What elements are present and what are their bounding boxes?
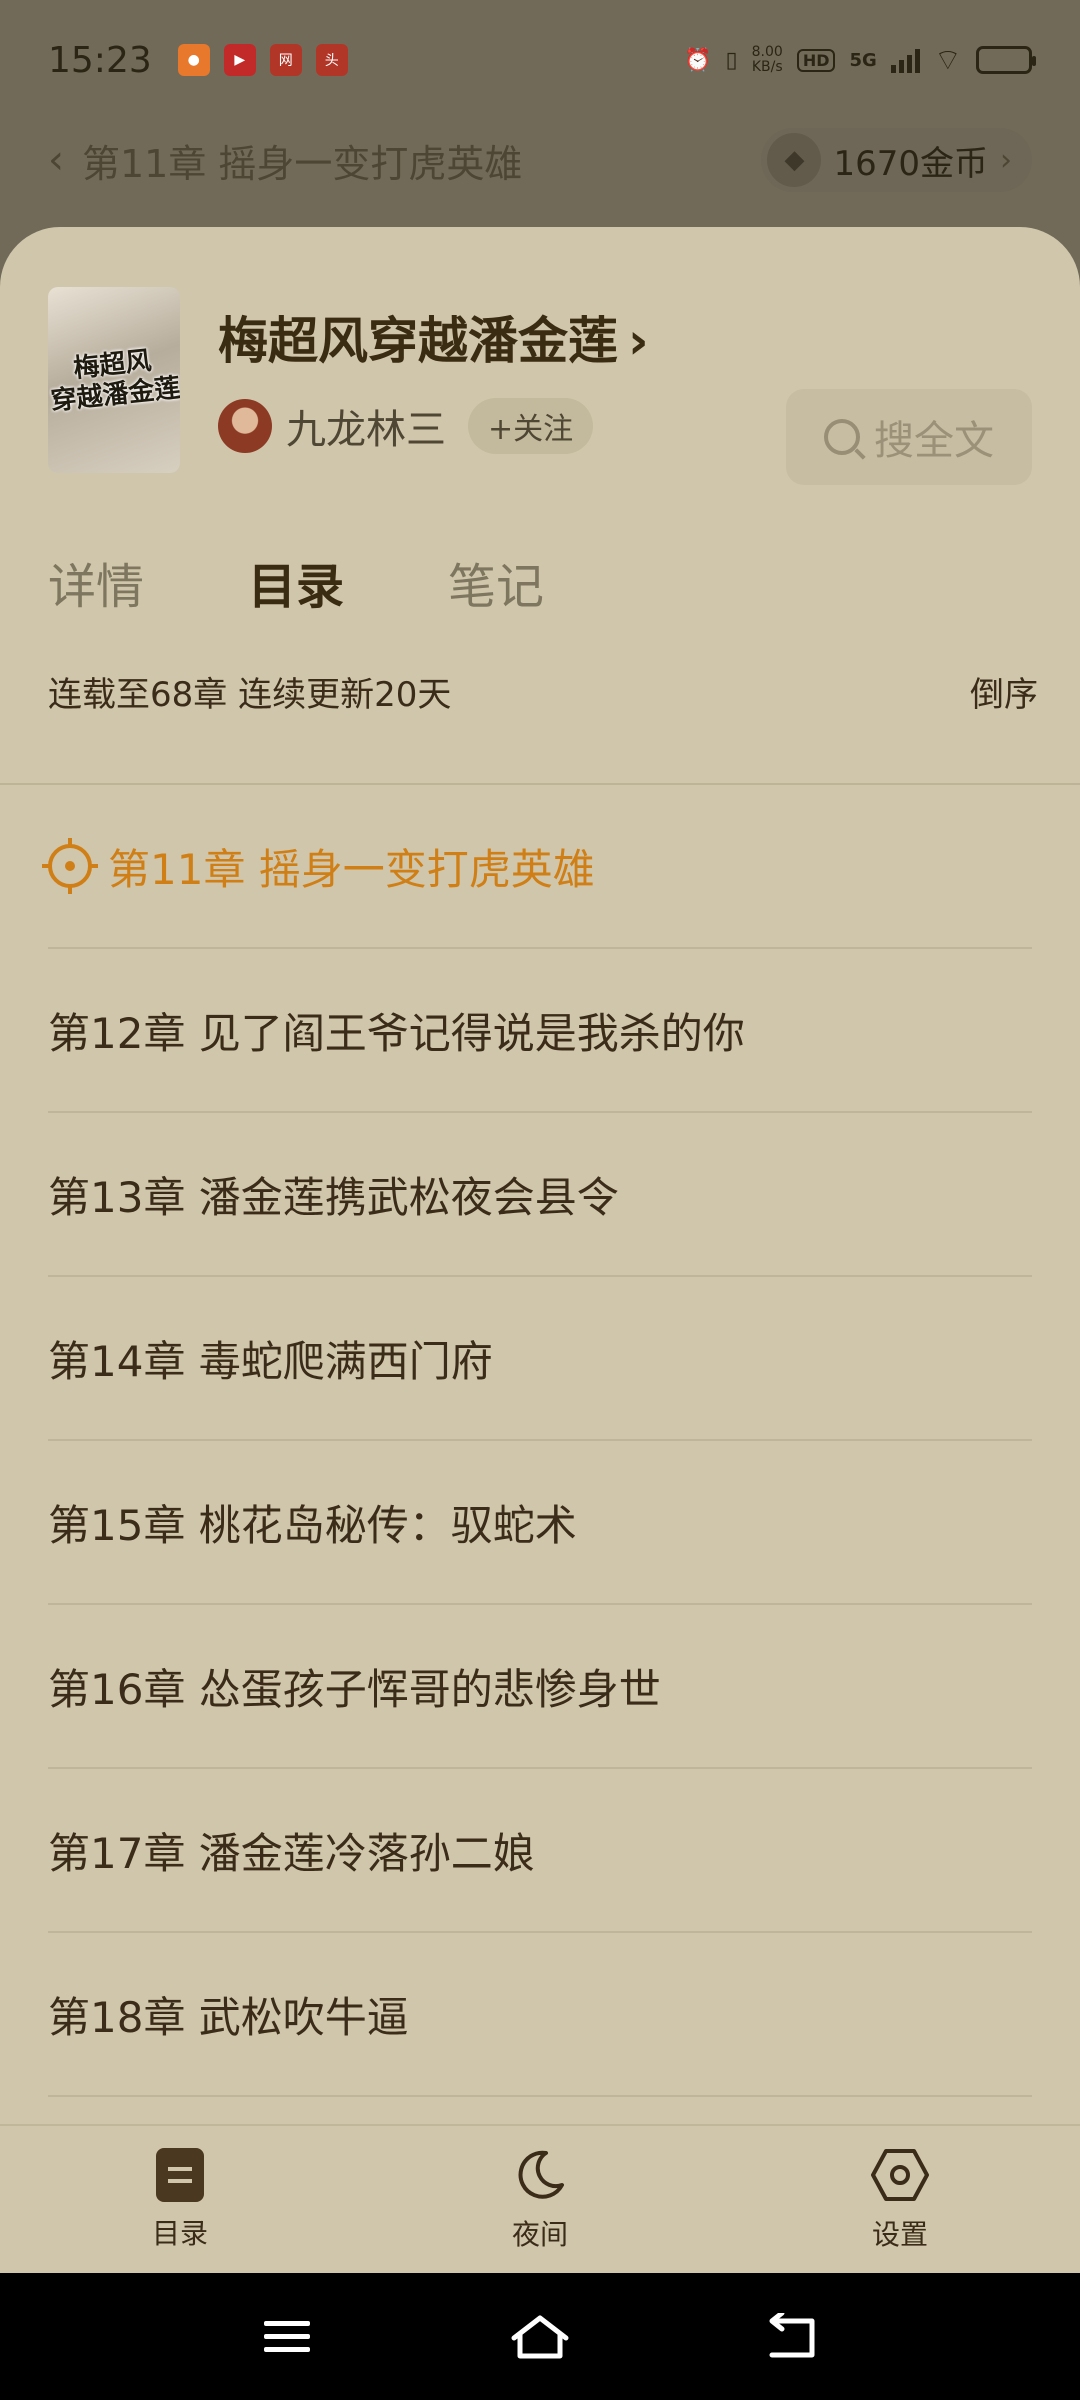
app-icon-netease: 网 [269, 44, 302, 76]
coin-balance: 1670金币 [833, 143, 988, 184]
catalog-sheet: 梅超风 穿越潘金莲 梅超风穿越潘金莲 › 九龙林三 +关注 搜全文 详情 目录 笔记… [0, 227, 1080, 2273]
chapter-item[interactable]: 第16章 怂蛋孩子恽哥的悲惨身世 [48, 1605, 1032, 1769]
status-bar: 15:23 ● ▶ 网 头 ⏰ ▯ 8.00 KB/s HD 5G ⌔ [0, 0, 1080, 120]
toc-icon [156, 2148, 204, 2202]
chapter-title: 第17章 潘金莲冷落孙二娘 [48, 1828, 535, 1878]
author-row: 九龙林三 +关注 [218, 397, 594, 455]
coin-balance-button[interactable]: ◆ 1670金币 › [761, 128, 1032, 192]
back-icon[interactable]: ‹ [48, 137, 64, 183]
tab-bar: 详情 目录 笔记 [48, 547, 544, 617]
chapter-list: 第11章 摇身一变打虎英雄 第12章 见了阎王爷记得说是我杀的你 第13章 潘金… [42, 785, 1032, 2097]
search-label: 搜全文 [874, 418, 994, 464]
tab-notes[interactable]: 笔记 [448, 547, 544, 617]
reverse-order-button[interactable]: 倒序 [970, 667, 1038, 716]
night-mode-label: 夜间 [511, 2218, 568, 2251]
coin-icon: ◆ [767, 133, 822, 187]
reader-header: ‹ 第11章 摇身一变打虎英雄 ◆ 1670金币 › [0, 120, 1080, 200]
chapter-title: 第16章 怂蛋孩子恽哥的悲惨身世 [48, 1664, 661, 1714]
tab-catalog[interactable]: 目录 [248, 547, 344, 617]
cover-title-art: 梅超风 穿越潘金莲 [49, 346, 180, 417]
book-title: 梅超风穿越潘金莲 [218, 312, 618, 370]
chapter-title: 第11章 摇身一变打虎英雄 [108, 844, 595, 894]
book-title-link[interactable]: 梅超风穿越潘金莲 › [218, 301, 649, 373]
bottom-toolbar: 目录 夜间 设置 [0, 2124, 1080, 2274]
home-icon [511, 2315, 569, 2358]
signal-icon [890, 47, 920, 73]
toc-label: 目录 [151, 2217, 208, 2250]
chapter-title: 第14章 毒蛇爬满西门府 [48, 1336, 493, 1386]
chapter-title: 第15章 桃花岛秘传：驭蛇术 [48, 1500, 577, 1550]
notification-icons: ● ▶ 网 头 [177, 44, 348, 76]
chapter-item[interactable]: 第13章 潘金莲携武松夜会县令 [48, 1113, 1032, 1277]
home-nav-button[interactable] [510, 2307, 570, 2367]
chapter-item[interactable]: 第18章 武松吹牛逼 [48, 1933, 1032, 2097]
author-name[interactable]: 九龙林三 [286, 397, 446, 455]
battery-icon [976, 46, 1036, 74]
locate-icon [42, 838, 98, 894]
moon-icon [518, 2150, 564, 2199]
app-icon-orange: ● [177, 44, 210, 76]
vibrate-icon: ▯ [725, 47, 738, 73]
catalog-summary-row: 连载至68章 连续更新20天 倒序 [48, 667, 1038, 716]
menu-icon [263, 2320, 310, 2352]
update-summary: 连载至68章 连续更新20天 [48, 675, 452, 715]
book-header: 梅超风 穿越潘金莲 梅超风穿越潘金莲 › 九龙林三 +关注 搜全文 [48, 287, 1032, 485]
settings-label: 设置 [871, 2218, 928, 2251]
network-type: 5G [849, 49, 877, 71]
menu-nav-button[interactable] [257, 2307, 317, 2367]
chapter-title: 第12章 见了阎王爷记得说是我杀的你 [48, 1008, 745, 1058]
status-indicators: ⏰ ▯ 8.00 KB/s HD 5G ⌔ [684, 41, 1036, 79]
settings-hexagon-icon [871, 2149, 929, 2201]
back-nav-button[interactable] [763, 2307, 823, 2367]
chevron-right-icon: › [1000, 142, 1012, 178]
chapter-item[interactable]: 第15章 桃花岛秘传：驭蛇术 [48, 1441, 1032, 1605]
hd-badge: HD [796, 48, 836, 72]
author-avatar[interactable] [218, 399, 272, 453]
back-arrow-icon [769, 2312, 815, 2357]
system-nav-bar [0, 2273, 1080, 2400]
network-speed: 8.00 KB/s [752, 45, 783, 75]
chapter-item[interactable]: 第17章 潘金莲冷落孙二娘 [48, 1769, 1032, 1933]
follow-button[interactable]: +关注 [468, 398, 594, 454]
app-icon-toutiao: 头 [315, 44, 348, 76]
status-time: 15:23 [48, 39, 152, 81]
network-speed-unit: KB/s [751, 59, 783, 75]
search-icon [824, 419, 860, 455]
chapter-title: 第18章 武松吹牛逼 [48, 1992, 409, 2042]
reader-chapter-title: 第11章 摇身一变打虎英雄 [82, 141, 523, 186]
chapter-item[interactable]: 第14章 毒蛇爬满西门府 [48, 1277, 1032, 1441]
chevron-right-icon: › [628, 312, 649, 370]
tab-details[interactable]: 详情 [48, 547, 144, 617]
alarm-icon: ⏰ [684, 47, 712, 73]
chapter-item-current[interactable]: 第11章 摇身一变打虎英雄 [42, 785, 1032, 949]
app-icon-red-play: ▶ [223, 44, 256, 76]
network-speed-value: 8.00 [751, 44, 783, 60]
settings-button[interactable]: 设置 [720, 2126, 1080, 2274]
night-mode-button[interactable]: 夜间 [360, 2126, 720, 2274]
book-cover[interactable]: 梅超风 穿越潘金莲 [48, 287, 180, 473]
toc-button[interactable]: 目录 [0, 2126, 360, 2274]
wifi-icon: ⌔ [933, 43, 962, 78]
search-full-text-button[interactable]: 搜全文 [786, 389, 1032, 485]
chapter-item[interactable]: 第12章 见了阎王爷记得说是我杀的你 [48, 949, 1032, 1113]
chapter-title: 第13章 潘金莲携武松夜会县令 [48, 1172, 619, 1222]
